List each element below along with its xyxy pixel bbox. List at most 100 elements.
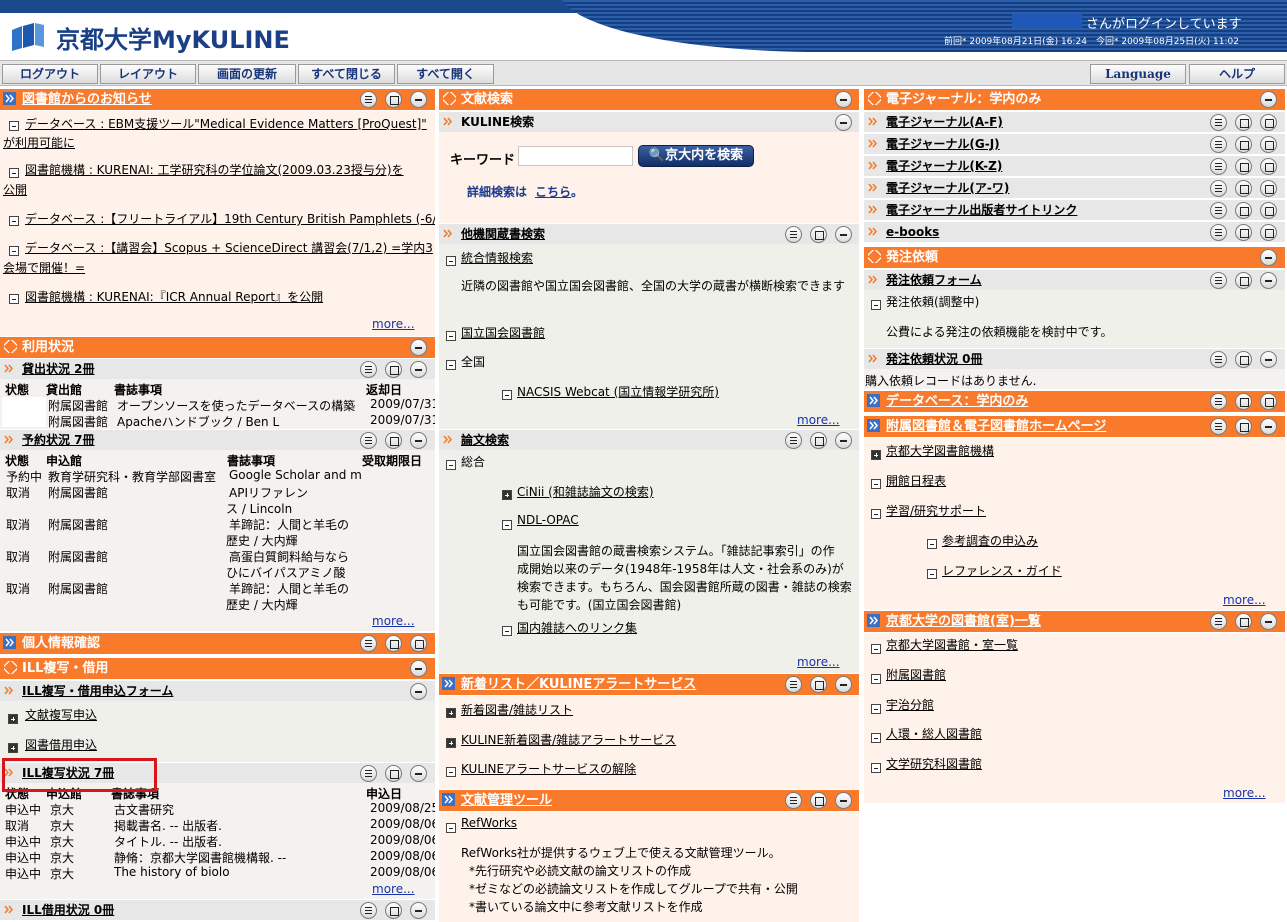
libhp-link[interactable]: 学習/研究サポート bbox=[886, 502, 986, 519]
list-icon[interactable] bbox=[785, 432, 802, 449]
keyword-input[interactable] bbox=[518, 146, 633, 166]
ill-copy-title[interactable]: ILL複写状況 7冊 bbox=[22, 763, 114, 783]
expand-arrow-icon[interactable] bbox=[867, 160, 878, 171]
minimize-icon[interactable] bbox=[1260, 272, 1277, 289]
list-icon[interactable] bbox=[1210, 136, 1227, 153]
papers-more-link[interactable]: more... bbox=[797, 655, 840, 669]
expand-arrow-icon[interactable] bbox=[3, 434, 14, 445]
liblist-link[interactable]: 宇治分館 bbox=[886, 696, 934, 713]
maximize-icon[interactable] bbox=[1260, 202, 1277, 219]
liblist-link[interactable]: 人環・総人図書館 bbox=[886, 725, 982, 742]
edit-icon[interactable] bbox=[810, 676, 827, 693]
list-icon[interactable] bbox=[1210, 180, 1227, 197]
news-item[interactable]: 図書館機構 : KURENAI: 工学研究科の学位論文(2009.03.23授与… bbox=[25, 161, 404, 178]
papers-title[interactable]: 論文検索 bbox=[461, 430, 509, 450]
ill-copy-request-link[interactable]: 文献複写申込 bbox=[25, 706, 97, 723]
expand-double-arrow-icon[interactable] bbox=[867, 419, 880, 432]
newlist-link[interactable]: KULINE新着図書/雑誌アラートサービス bbox=[461, 731, 676, 748]
news-item-cont[interactable]: 公開 bbox=[3, 181, 27, 198]
diamond-collapse-icon[interactable] bbox=[868, 250, 881, 263]
expand-arrow-icon[interactable] bbox=[867, 182, 878, 193]
other-title[interactable]: 他機関蔵書検索 bbox=[461, 224, 545, 244]
expand-arrow-icon[interactable] bbox=[867, 138, 878, 149]
minimize-icon[interactable] bbox=[410, 660, 427, 677]
ill-copy-more-link[interactable]: more... bbox=[372, 882, 415, 896]
maximize-icon[interactable] bbox=[1260, 393, 1277, 410]
other-more-link[interactable]: more... bbox=[797, 413, 840, 427]
minimize-icon[interactable] bbox=[835, 792, 852, 809]
edit-icon[interactable] bbox=[1235, 158, 1252, 175]
expand-arrow-icon[interactable] bbox=[867, 204, 878, 215]
ej-link[interactable]: 電子ジャーナル(A-F) bbox=[886, 112, 1003, 132]
edit-icon[interactable] bbox=[1235, 351, 1252, 368]
libhp-link[interactable]: 開館日程表 bbox=[886, 472, 946, 489]
list-icon[interactable] bbox=[785, 792, 802, 809]
edit-icon[interactable] bbox=[385, 635, 402, 652]
refworks-link[interactable]: RefWorks bbox=[461, 816, 517, 830]
maximize-icon[interactable] bbox=[1260, 136, 1277, 153]
minimize-icon[interactable] bbox=[835, 114, 852, 131]
news-more-link[interactable]: more... bbox=[372, 317, 415, 331]
news-item-cont[interactable]: 会場で開催！= bbox=[3, 259, 85, 276]
list-icon[interactable] bbox=[785, 676, 802, 693]
minimize-icon[interactable] bbox=[1260, 351, 1277, 368]
help-button[interactable]: ヘルプ bbox=[1189, 64, 1285, 84]
list-icon[interactable] bbox=[360, 765, 377, 782]
expand-arrow-icon[interactable] bbox=[442, 116, 453, 127]
list-icon[interactable] bbox=[785, 226, 802, 243]
expand-arrow-icon[interactable] bbox=[3, 685, 14, 696]
edit-icon[interactable] bbox=[810, 226, 827, 243]
minimize-icon[interactable] bbox=[410, 339, 427, 356]
minimize-icon[interactable] bbox=[1260, 418, 1277, 435]
minimize-icon[interactable] bbox=[410, 683, 427, 700]
edit-icon[interactable] bbox=[385, 765, 402, 782]
expand-arrow-icon[interactable] bbox=[3, 363, 14, 374]
edit-icon[interactable] bbox=[1235, 272, 1252, 289]
liblist-link[interactable]: 京都大学図書館・室一覧 bbox=[886, 636, 1018, 653]
edit-icon[interactable] bbox=[385, 91, 402, 108]
diamond-collapse-icon[interactable] bbox=[4, 661, 17, 674]
edit-icon[interactable] bbox=[1235, 613, 1252, 630]
list-icon[interactable] bbox=[360, 902, 377, 919]
list-icon[interactable] bbox=[1210, 224, 1227, 241]
loan-title[interactable]: 貸出状況 2冊 bbox=[22, 359, 95, 379]
reserve-more-link[interactable]: more... bbox=[372, 614, 415, 628]
news-item[interactable]: データベース : EBM支援ツール"Medical Evidence Matte… bbox=[25, 115, 427, 132]
expand-double-arrow-icon[interactable] bbox=[867, 394, 880, 407]
edit-icon[interactable] bbox=[1235, 180, 1252, 197]
kyoto-search-button[interactable]: 🔍京大内を検索 bbox=[638, 145, 754, 167]
expand-double-arrow-icon[interactable] bbox=[442, 677, 455, 690]
edit-icon[interactable] bbox=[810, 792, 827, 809]
edit-icon[interactable] bbox=[1235, 114, 1252, 131]
collapse-all-button[interactable]: すべて閉じる bbox=[298, 64, 395, 84]
detail-search-link[interactable]: こちら bbox=[535, 183, 571, 200]
list-icon[interactable] bbox=[360, 361, 377, 378]
expand-all-button[interactable]: すべて開く bbox=[397, 64, 494, 84]
ndl-opac-link[interactable]: NDL-OPAC bbox=[517, 513, 579, 527]
libhp-link[interactable]: レファレンス・ガイド bbox=[942, 562, 1062, 579]
minimize-icon[interactable] bbox=[835, 91, 852, 108]
diamond-collapse-icon[interactable] bbox=[868, 92, 881, 105]
journal-links-link[interactable]: 国内雑誌へのリンク集 bbox=[517, 619, 637, 636]
edit-icon[interactable] bbox=[1235, 393, 1252, 410]
edit-icon[interactable] bbox=[1235, 202, 1252, 219]
minimize-icon[interactable] bbox=[410, 432, 427, 449]
list-icon[interactable] bbox=[1210, 158, 1227, 175]
expand-arrow-icon[interactable] bbox=[3, 767, 14, 778]
minimize-icon[interactable] bbox=[410, 902, 427, 919]
libhp-link[interactable]: 参考調査の申込み bbox=[942, 532, 1038, 549]
expand-arrow-icon[interactable] bbox=[442, 228, 453, 239]
cross-search-link[interactable]: 統合情報検索 bbox=[461, 249, 533, 266]
newlist-link[interactable]: KULINEアラートサービスの解除 bbox=[461, 760, 636, 777]
logout-button[interactable]: ログアウト bbox=[2, 64, 98, 84]
ej-link[interactable]: 電子ジャーナル出版者サイトリンク bbox=[886, 200, 1077, 220]
ndl-link[interactable]: 国立国会図書館 bbox=[461, 324, 545, 341]
expand-double-arrow-icon[interactable] bbox=[3, 636, 16, 649]
maximize-icon[interactable] bbox=[1260, 224, 1277, 241]
refmgr-title[interactable]: 文献管理ツール bbox=[461, 790, 552, 811]
news-item-cont[interactable]: が利用可能に bbox=[3, 134, 75, 151]
list-icon[interactable] bbox=[1210, 202, 1227, 219]
ebooks-link[interactable]: e-books bbox=[886, 222, 939, 242]
edit-icon[interactable] bbox=[810, 432, 827, 449]
expand-double-arrow-icon[interactable] bbox=[442, 793, 455, 806]
